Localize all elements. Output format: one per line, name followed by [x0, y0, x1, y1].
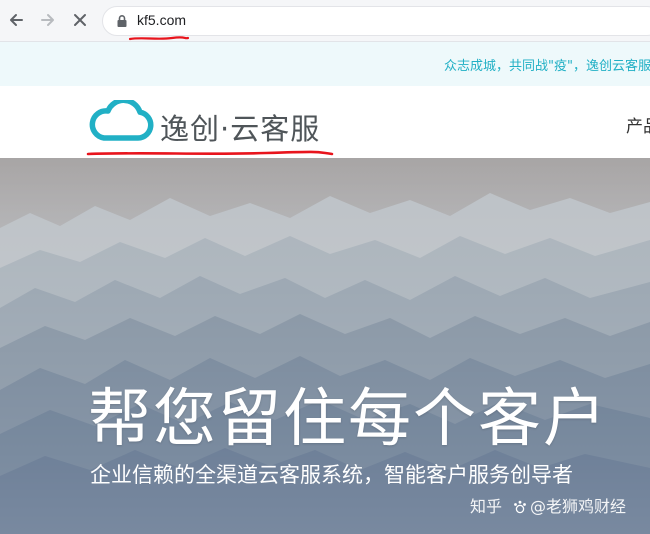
forward-arrow-icon: [41, 14, 54, 26]
address-bar[interactable]: kf5.com: [102, 6, 650, 36]
hero-banner: 帮您留住每个客户 企业信赖的全渠道云客服系统，智能客户服务创导者 知乎 @老狮鸡…: [0, 158, 650, 534]
cloud-logo-icon[interactable]: [88, 100, 154, 142]
nav-item-product[interactable]: 产品: [626, 112, 650, 137]
announcement-bar: 众志成城，共同战"疫"，逸创云客服: [0, 42, 650, 86]
forward-button[interactable]: [36, 8, 60, 32]
back-arrow-icon: [10, 14, 23, 26]
paw-icon: [514, 500, 526, 514]
hero-headline: 帮您留住每个客户: [88, 382, 608, 455]
hero-subheadline: 企业信赖的全渠道云客服系统，智能客户服务创导者: [90, 463, 573, 487]
site-header: 逸创·云客服 产品: [0, 86, 650, 158]
browser-toolbar: kf5.com: [0, 0, 650, 42]
stop-loading-button[interactable]: [68, 8, 92, 32]
stop-loading-icon: [74, 14, 86, 26]
lock-icon[interactable]: [115, 14, 129, 28]
red-annotation-underline: [86, 150, 334, 156]
watermark-platform: 知乎: [470, 497, 503, 516]
zhihu-watermark: 知乎 @老狮鸡财经: [470, 493, 626, 517]
back-button[interactable]: [4, 8, 28, 32]
logo-text[interactable]: 逸创·云客服: [160, 106, 320, 148]
url-text[interactable]: kf5.com: [137, 12, 186, 28]
watermark-author: @老狮鸡财经: [530, 497, 627, 516]
announcement-text[interactable]: 众志成城，共同战"疫"，逸创云客服: [444, 55, 650, 74]
